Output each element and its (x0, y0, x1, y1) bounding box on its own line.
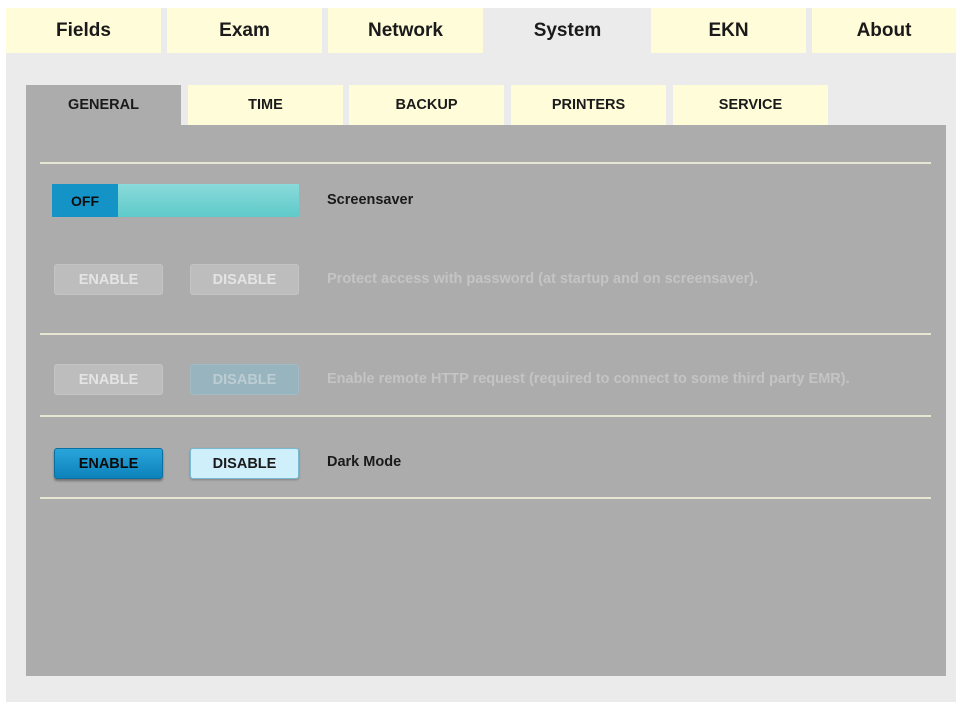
divider (40, 497, 931, 499)
password-enable-label: ENABLE (78, 271, 139, 288)
divider (40, 333, 931, 335)
tab-exam[interactable]: Exam (167, 8, 322, 53)
subtab-general[interactable]: GENERAL (26, 85, 181, 125)
dark-mode-enable-label: ENABLE (78, 455, 139, 472)
tab-fields-label: Fields (56, 19, 111, 41)
tab-about-label: About (856, 19, 912, 41)
subtab-service[interactable]: SERVICE (673, 85, 828, 125)
dark-mode-disable-label: DISABLE (212, 455, 277, 472)
tab-network-label: Network (368, 19, 443, 41)
dark-mode-disable-button[interactable]: DISABLE (190, 448, 299, 479)
tab-fields[interactable]: Fields (6, 8, 161, 53)
password-label: Protect access with password (at startup… (327, 271, 759, 287)
app-frame: Fields Exam Network System EKN About GEN… (6, 8, 956, 702)
http-enable-button: ENABLE (54, 364, 163, 395)
tab-about[interactable]: About (812, 8, 956, 53)
screensaver-toggle[interactable]: OFF (52, 184, 299, 217)
http-disable-button: DISABLE (190, 364, 299, 395)
screensaver-toggle-state: OFF (71, 192, 99, 209)
tab-ekn-label: EKN (708, 19, 749, 41)
password-enable-button: ENABLE (54, 264, 163, 295)
subtab-backup[interactable]: BACKUP (349, 85, 504, 125)
tab-ekn[interactable]: EKN (651, 8, 806, 53)
password-disable-label: DISABLE (212, 271, 277, 288)
subtab-general-label: GENERAL (68, 97, 139, 113)
subtab-printers-label: PRINTERS (551, 97, 626, 113)
http-disable-label: DISABLE (212, 371, 277, 388)
http-enable-label: ENABLE (78, 371, 139, 388)
http-label: Enable remote HTTP request (required to … (327, 371, 850, 387)
subtab-service-label: SERVICE (718, 97, 783, 113)
settings-panel: OFF Screensaver ENABLE DISABLE Protect a… (26, 125, 946, 676)
dark-mode-label: Dark Mode (327, 454, 402, 470)
tab-exam-label: Exam (219, 19, 270, 41)
divider (40, 162, 931, 164)
screensaver-label: Screensaver (327, 192, 414, 208)
tab-system-label: System (533, 19, 602, 41)
password-disable-button: DISABLE (190, 264, 299, 295)
dark-mode-enable-button[interactable]: ENABLE (54, 448, 163, 479)
subtab-time[interactable]: TIME (188, 85, 343, 125)
screensaver-toggle-knob: OFF (52, 184, 118, 217)
tab-system[interactable]: System (490, 8, 645, 53)
subtab-time-label: TIME (248, 97, 283, 113)
tab-network[interactable]: Network (328, 8, 483, 53)
subtab-printers[interactable]: PRINTERS (511, 85, 666, 125)
subtab-backup-label: BACKUP (395, 97, 458, 113)
divider (40, 415, 931, 417)
